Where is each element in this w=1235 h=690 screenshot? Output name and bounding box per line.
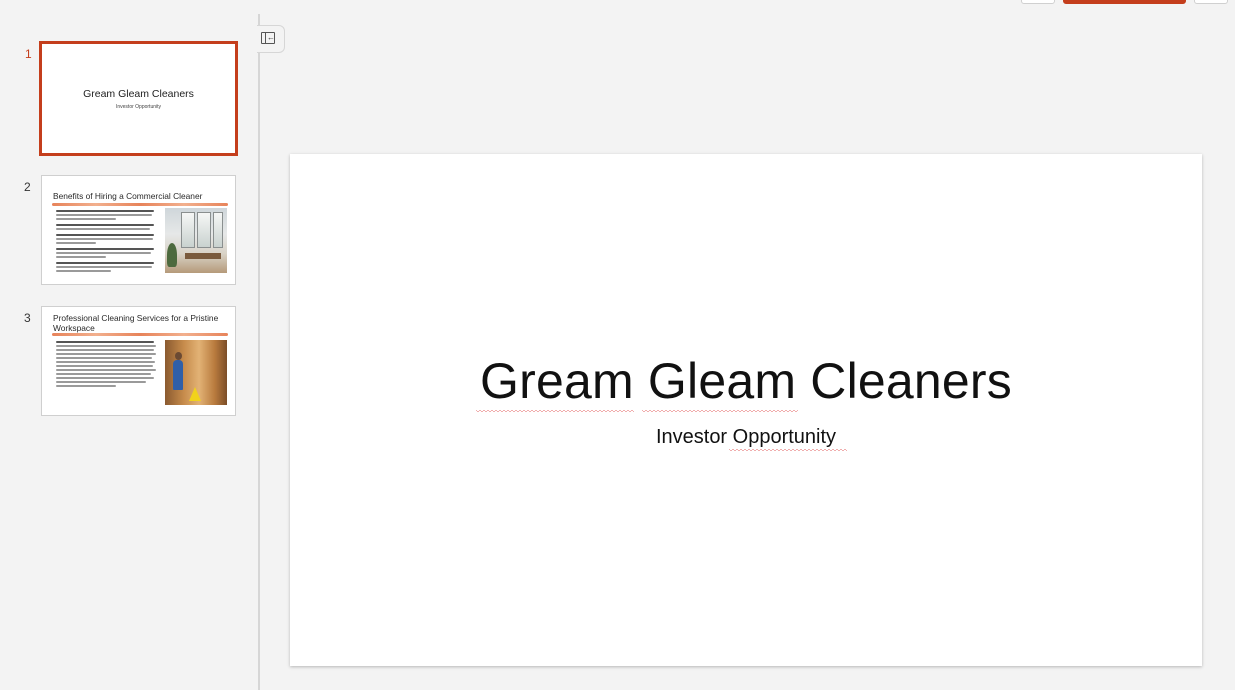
- toolbar-button-more[interactable]: [1194, 0, 1228, 4]
- spellcheck-underline: [729, 449, 847, 453]
- slide-number-1: 1: [25, 47, 32, 61]
- toolbar-button[interactable]: [1021, 0, 1055, 4]
- slide-thumbnail-panel: 1 Gream Gleam Cleaners Investor Opportun…: [0, 0, 258, 690]
- slide-title[interactable]: Gream Gleam Cleaners: [290, 352, 1202, 410]
- powerpoint-window: 1 Gream Gleam Cleaners Investor Opportun…: [0, 0, 1235, 690]
- thumbnail-subtitle: Investor Opportunity: [115, 104, 162, 110]
- thumbnail-title: Professional Cleaning Services for a Pri…: [53, 313, 219, 333]
- spellcheck-underline: [476, 410, 634, 414]
- panel-divider[interactable]: [258, 14, 260, 690]
- spellcheck-underline: [642, 410, 798, 414]
- thumbnail-bullets: [56, 210, 154, 274]
- slide-thumbnail-2[interactable]: Benefits of Hiring a Commercial Cleaner: [41, 175, 236, 285]
- office-image: [165, 208, 227, 273]
- slide-subtitle[interactable]: Investor Opportunity: [290, 426, 1202, 449]
- slide-thumbnail-1[interactable]: Gream Gleam Cleaners Investor Opportunit…: [39, 41, 238, 156]
- title-underline: [52, 333, 228, 336]
- slide-number-3: 3: [24, 311, 31, 325]
- cleaning-image: [165, 340, 227, 405]
- thumbnail-title: Gream Gleam Cleaners: [83, 88, 194, 100]
- primary-toolbar-button[interactable]: [1063, 0, 1186, 4]
- slide-canvas[interactable]: Gream Gleam Cleaners Investor Opportunit…: [290, 154, 1202, 666]
- slide-thumbnail-3[interactable]: Professional Cleaning Services for a Pri…: [41, 306, 236, 416]
- thumbnail-title: Benefits of Hiring a Commercial Cleaner: [53, 191, 203, 201]
- title-underline: [52, 203, 228, 206]
- collapse-panel-icon: ←: [261, 32, 275, 44]
- thumbnail-paragraph: [56, 341, 156, 389]
- slide-number-2: 2: [24, 180, 31, 194]
